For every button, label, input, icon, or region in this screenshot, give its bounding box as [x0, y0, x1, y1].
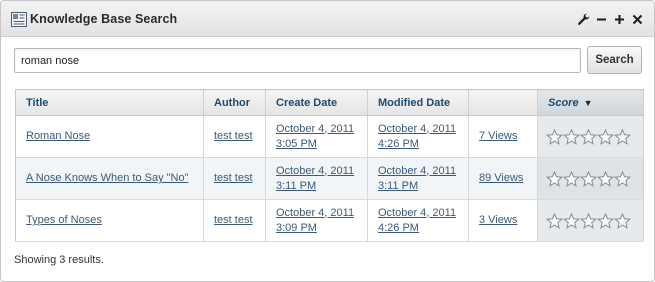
sort-descending-icon: ▼ [583, 97, 593, 108]
views-link[interactable]: 3 Views [479, 214, 517, 226]
column-header-score[interactable]: Score ▼ [537, 89, 644, 116]
table-header-row: Title Author Create Date Modified Date S… [15, 89, 644, 116]
search-button[interactable]: Search [587, 46, 642, 74]
modified-date-text: October 4, 2011 [378, 164, 457, 177]
table-row: A Nose Knows When to Say "No" test test … [15, 157, 644, 200]
cell-views: 7 Views [468, 115, 538, 158]
star-rating[interactable] [546, 170, 635, 187]
create-time-text: 3:09 PM [276, 221, 317, 234]
knowledge-base-search-portlet: Knowledge Base Search Search [0, 0, 655, 282]
create-date-link[interactable]: October 4, 2011 3:05 PM [276, 123, 354, 150]
article-title-link[interactable]: Roman Nose [26, 130, 90, 142]
star-outline-icon[interactable] [546, 128, 563, 145]
portlet-title: Knowledge Base Search [30, 12, 178, 26]
modified-date-link[interactable]: October 4, 2011 4:26 PM [378, 207, 456, 234]
knowledge-base-icon [11, 12, 27, 27]
cell-create-date: October 4, 2011 3:09 PM [265, 199, 368, 242]
search-input[interactable] [14, 48, 581, 73]
cell-views: 3 Views [468, 199, 538, 242]
table-row: Roman Nose test test October 4, 2011 3:05… [15, 115, 644, 158]
star-outline-icon[interactable] [563, 128, 580, 145]
star-outline-icon[interactable] [563, 212, 580, 229]
cell-modified-date: October 4, 2011 4:26 PM [367, 115, 469, 158]
column-header-author[interactable]: Author [203, 89, 266, 116]
star-outline-icon[interactable] [580, 170, 597, 187]
views-link[interactable]: 89 Views [479, 172, 523, 184]
create-date-text: October 4, 2011 [276, 206, 355, 219]
star-outline-icon[interactable] [597, 212, 614, 229]
maximize-icon[interactable] [613, 13, 626, 26]
star-outline-icon[interactable] [614, 128, 631, 145]
wrench-icon[interactable] [577, 13, 590, 26]
cell-create-date: October 4, 2011 3:05 PM [265, 115, 368, 158]
star-rating[interactable] [546, 212, 635, 229]
modified-date-text: October 4, 2011 [378, 122, 457, 135]
star-outline-icon[interactable] [580, 128, 597, 145]
cell-views: 89 Views [468, 157, 538, 200]
star-outline-icon[interactable] [563, 170, 580, 187]
results-count-status: Showing 3 results. [14, 254, 104, 266]
star-outline-icon[interactable] [614, 212, 631, 229]
author-link[interactable]: test test [214, 172, 253, 184]
author-link[interactable]: test test [214, 214, 253, 226]
portlet-titlebar: Knowledge Base Search [1, 1, 654, 37]
cell-author: test test [203, 157, 266, 200]
table-row: Types of Noses test test October 4, 2011… [15, 199, 644, 242]
modified-time-text: 3:11 PM [378, 179, 419, 192]
column-header-score-label: Score [548, 96, 579, 109]
cell-author: test test [203, 199, 266, 242]
create-date-link[interactable]: October 4, 2011 3:11 PM [276, 165, 354, 192]
cell-create-date: October 4, 2011 3:11 PM [265, 157, 368, 200]
star-outline-icon[interactable] [614, 170, 631, 187]
star-outline-icon[interactable] [597, 128, 614, 145]
modified-time-text: 4:26 PM [378, 221, 419, 234]
star-outline-icon[interactable] [597, 170, 614, 187]
close-icon[interactable] [631, 13, 644, 26]
star-outline-icon[interactable] [546, 212, 563, 229]
minimize-icon[interactable] [595, 13, 608, 26]
results-table: Title Author Create Date Modified Date S… [15, 89, 644, 242]
cell-score [537, 157, 644, 200]
star-rating[interactable] [546, 128, 635, 145]
author-link[interactable]: test test [214, 130, 253, 142]
create-date-link[interactable]: October 4, 2011 3:09 PM [276, 207, 354, 234]
article-title-link[interactable]: A Nose Knows When to Say "No" [26, 172, 189, 184]
modified-time-text: 4:26 PM [378, 137, 419, 150]
modified-date-link[interactable]: October 4, 2011 3:11 PM [378, 165, 456, 192]
star-outline-icon[interactable] [580, 212, 597, 229]
cell-score [537, 199, 644, 242]
cell-author: test test [203, 115, 266, 158]
column-header-views[interactable] [468, 89, 538, 116]
views-link[interactable]: 7 Views [479, 130, 517, 142]
cell-modified-date: October 4, 2011 4:26 PM [367, 199, 469, 242]
create-date-text: October 4, 2011 [276, 164, 355, 177]
create-time-text: 3:05 PM [276, 137, 317, 150]
column-header-title[interactable]: Title [15, 89, 204, 116]
cell-title: Roman Nose [15, 115, 204, 158]
column-header-create-date[interactable]: Create Date [265, 89, 368, 116]
cell-score [537, 115, 644, 158]
cell-title: Types of Noses [15, 199, 204, 242]
cell-title: A Nose Knows When to Say "No" [15, 157, 204, 200]
cell-modified-date: October 4, 2011 3:11 PM [367, 157, 469, 200]
create-date-text: October 4, 2011 [276, 122, 355, 135]
create-time-text: 3:11 PM [276, 179, 317, 192]
column-header-modified-date[interactable]: Modified Date [367, 89, 469, 116]
modified-date-text: October 4, 2011 [378, 206, 457, 219]
article-title-link[interactable]: Types of Noses [26, 214, 102, 226]
star-outline-icon[interactable] [546, 170, 563, 187]
modified-date-link[interactable]: October 4, 2011 4:26 PM [378, 123, 456, 150]
